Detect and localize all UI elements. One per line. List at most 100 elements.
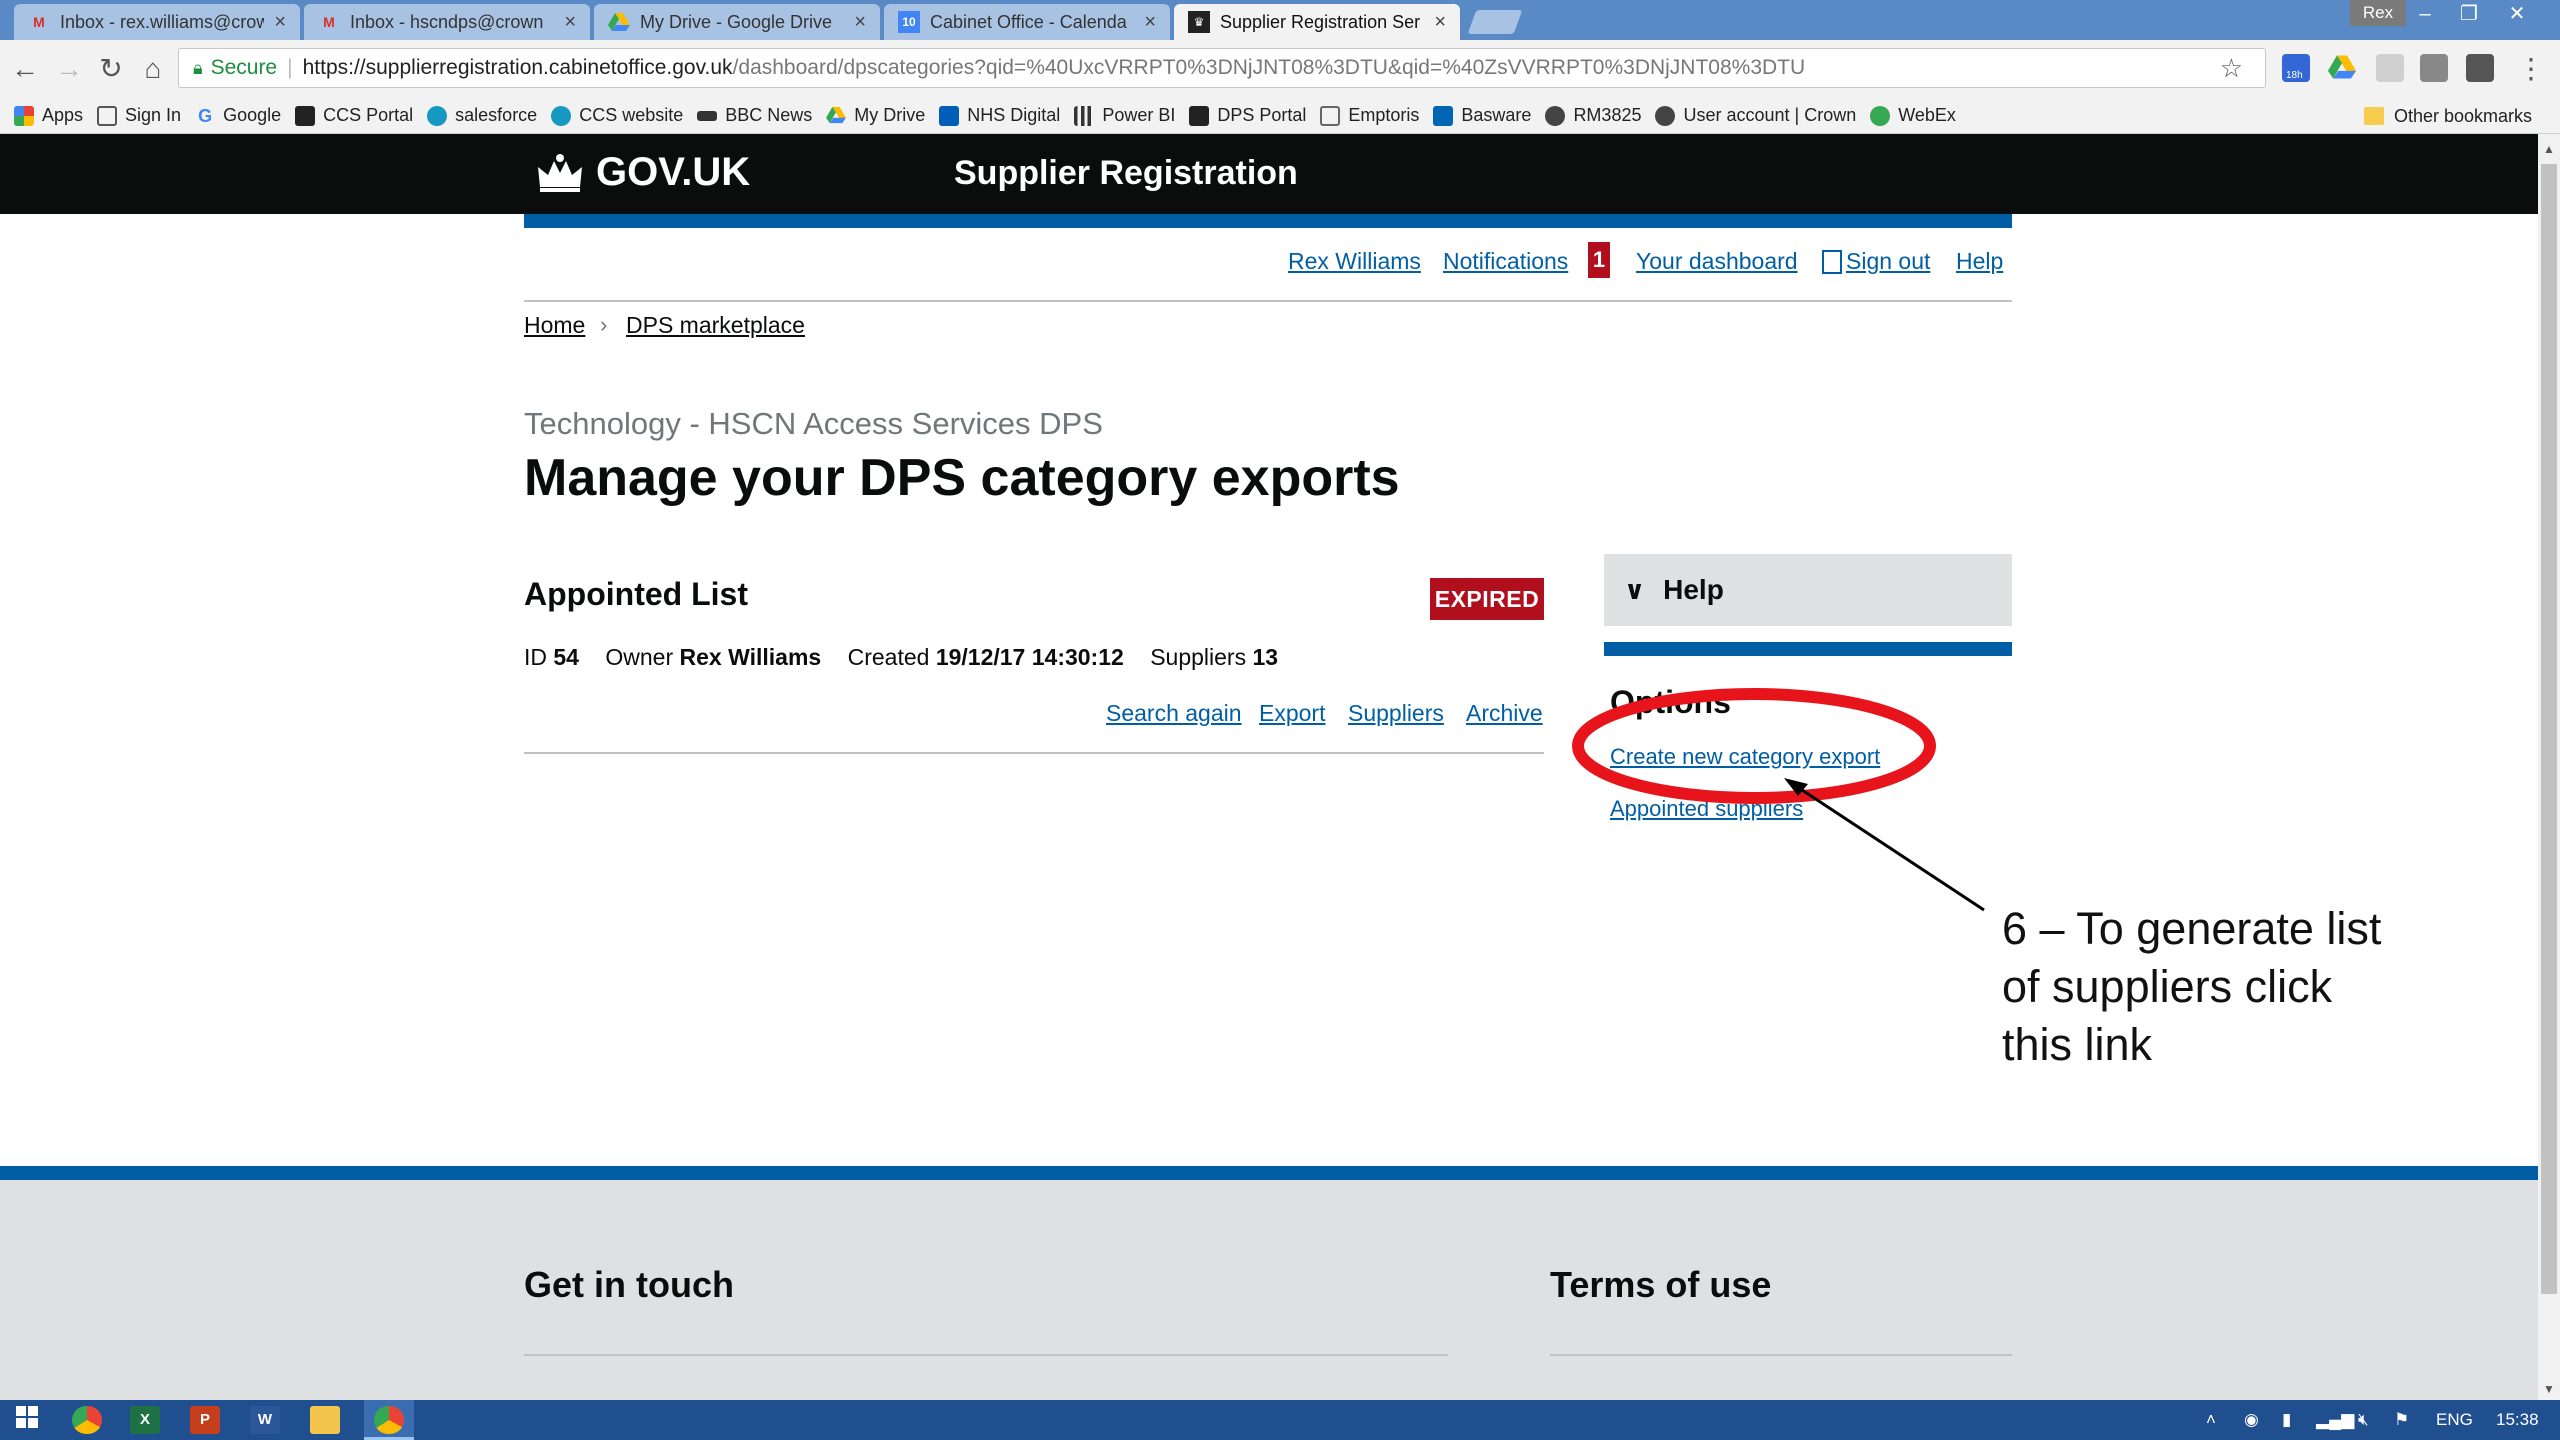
bookmark-power-bi[interactable]: Power BI bbox=[1074, 105, 1175, 126]
annotation-line: 6 – To generate list bbox=[2002, 903, 2382, 954]
back-icon[interactable]: ← bbox=[8, 52, 42, 86]
annotation-arrow-line bbox=[1795, 784, 1985, 912]
bookmark-bbc-news[interactable]: BBC News bbox=[697, 105, 812, 126]
search-again-link[interactable]: Search again bbox=[1106, 700, 1242, 727]
browser-tab-supplier-registration[interactable]: ♛ Supplier Registration Ser × bbox=[1174, 4, 1460, 40]
browser-tab-calendar[interactable]: 10 Cabinet Office - Calenda × bbox=[884, 4, 1170, 40]
windows-start-icon[interactable] bbox=[12, 1406, 42, 1434]
close-tab-icon[interactable]: × bbox=[274, 11, 286, 34]
home-icon[interactable]: ⌂ bbox=[136, 52, 170, 86]
notifications-link[interactable]: Notifications bbox=[1443, 248, 1568, 275]
calendar-icon: 10 bbox=[898, 11, 920, 33]
bookmark-label: Basware bbox=[1461, 105, 1532, 125]
browser-tab-title: Cabinet Office - Calenda bbox=[930, 11, 1127, 32]
bookmark-salesforce[interactable]: salesforce bbox=[427, 105, 537, 126]
browser-tab-google-drive[interactable]: My Drive - Google Drive × bbox=[594, 4, 880, 40]
close-tab-icon[interactable]: × bbox=[564, 11, 576, 34]
create-new-category-export-link[interactable]: Create new category export bbox=[1610, 744, 1880, 770]
battery-icon[interactable]: ▮ bbox=[2282, 1410, 2291, 1430]
chevron-up-icon[interactable]: ˄ bbox=[2206, 1410, 2216, 1430]
menu-icon[interactable]: ⋮ bbox=[2514, 52, 2548, 86]
export-meta: ID 54 Owner Rex Williams Created 19/12/1… bbox=[524, 644, 1278, 671]
chrome-icon[interactable] bbox=[374, 1406, 404, 1434]
forward-icon[interactable]: → bbox=[52, 52, 86, 86]
header-blue-bar bbox=[524, 214, 2012, 228]
browser-tab-title: My Drive - Google Drive bbox=[640, 11, 833, 32]
browser-tab-gmail-hscn[interactable]: M Inbox - hscndps@crown × bbox=[304, 4, 590, 40]
restore-icon[interactable]: ❐ bbox=[2446, 0, 2492, 30]
sign-out-icon[interactable] bbox=[1822, 250, 1842, 274]
bookmark-dps-portal[interactable]: DPS Portal bbox=[1189, 105, 1306, 126]
user-name-link[interactable]: Rex Williams bbox=[1288, 248, 1421, 275]
close-tab-icon[interactable]: × bbox=[1434, 11, 1446, 34]
scroll-down-icon[interactable]: ▼ bbox=[2538, 1378, 2560, 1400]
network-globe-icon[interactable]: ◉ bbox=[2244, 1410, 2259, 1430]
bookmark-ccs-portal[interactable]: CCS Portal bbox=[295, 105, 413, 126]
help-toggle[interactable]: ∨ Help bbox=[1604, 554, 2012, 626]
extension-icon[interactable] bbox=[2376, 54, 2404, 82]
id-label: ID bbox=[524, 644, 547, 670]
bookmark-rm3825[interactable]: RM3825 bbox=[1545, 105, 1641, 126]
bookmark-emptoris[interactable]: Emptoris bbox=[1320, 105, 1419, 126]
close-tab-icon[interactable]: × bbox=[1144, 11, 1156, 34]
bookmark-user-account[interactable]: User account | Crown bbox=[1655, 105, 1856, 126]
export-list-title: Appointed List bbox=[524, 576, 748, 612]
address-bar[interactable]: 🔒︎ Secure | https://supplierregistration… bbox=[178, 48, 2266, 88]
bookmark-google[interactable]: G Google bbox=[195, 105, 281, 126]
powerpoint-icon[interactable]: P bbox=[190, 1406, 220, 1434]
your-dashboard-link[interactable]: Your dashboard bbox=[1636, 248, 1798, 275]
bookmark-ccs-website[interactable]: CCS website bbox=[551, 105, 683, 126]
bookmark-label: Sign In bbox=[125, 105, 182, 125]
page-title: Manage your DPS category exports bbox=[524, 449, 1400, 507]
bookmark-my-drive[interactable]: My Drive bbox=[826, 105, 925, 126]
page-scrollbar[interactable]: ▲ ▼ bbox=[2538, 134, 2560, 1400]
language-indicator[interactable]: ENG bbox=[2436, 1410, 2473, 1430]
crest-icon bbox=[1655, 105, 1676, 126]
export-link[interactable]: Export bbox=[1259, 700, 1325, 727]
profile-button[interactable]: Rex bbox=[2350, 0, 2406, 26]
flag-icon[interactable]: ⚑ bbox=[2394, 1410, 2409, 1430]
bookmark-star-icon[interactable]: ☆ bbox=[2220, 53, 2243, 84]
sign-out-link[interactable]: Sign out bbox=[1846, 248, 1930, 275]
bookmark-label: NHS Digital bbox=[967, 105, 1061, 125]
govuk-logo[interactable]: GOV.UK bbox=[534, 150, 750, 195]
appointed-suppliers-link[interactable]: Appointed suppliers bbox=[1610, 796, 1803, 822]
extension-icon[interactable] bbox=[2466, 54, 2494, 82]
bookmark-label: My Drive bbox=[854, 105, 926, 125]
signal-icon[interactable]: ▂▄▆ bbox=[2316, 1410, 2354, 1430]
close-tab-icon[interactable]: × bbox=[854, 11, 866, 34]
extension-meet-icon[interactable]: 18h bbox=[2282, 54, 2310, 82]
clock[interactable]: 15:38 bbox=[2496, 1410, 2539, 1430]
salesforce-cloud-icon bbox=[427, 105, 448, 126]
divider bbox=[524, 752, 1544, 754]
bookmark-apps[interactable]: Apps bbox=[14, 105, 83, 126]
bookmark-nhs-digital[interactable]: NHS Digital bbox=[939, 105, 1060, 126]
excel-icon[interactable]: X bbox=[130, 1406, 160, 1434]
footer-blue-bar bbox=[0, 1166, 2538, 1180]
archive-link[interactable]: Archive bbox=[1466, 700, 1543, 727]
new-tab-button[interactable] bbox=[1467, 10, 1523, 34]
minimize-icon[interactable]: – bbox=[2402, 0, 2448, 30]
word-icon[interactable]: W bbox=[250, 1406, 280, 1434]
file-explorer-icon[interactable] bbox=[310, 1406, 340, 1434]
service-name[interactable]: Supplier Registration bbox=[954, 154, 1298, 193]
volume-muted-icon[interactable]: 🔇︎ bbox=[2358, 1410, 2369, 1430]
scrollbar-thumb[interactable] bbox=[2541, 164, 2557, 1294]
chrome-icon[interactable] bbox=[72, 1406, 102, 1434]
other-bookmarks[interactable]: Other bookmarks bbox=[2364, 98, 2532, 134]
nhs-icon bbox=[939, 105, 960, 126]
extension-icon[interactable] bbox=[2420, 54, 2448, 82]
help-link[interactable]: Help bbox=[1956, 248, 2003, 275]
bookmark-webex[interactable]: WebEx bbox=[1870, 105, 1956, 126]
bookmark-basware[interactable]: Basware bbox=[1433, 105, 1531, 126]
bookmark-sign-in[interactable]: Sign In bbox=[97, 105, 181, 126]
browser-tab-gmail-rex[interactable]: M Inbox - rex.williams@crow × bbox=[14, 4, 300, 40]
bookmark-label: Google bbox=[223, 105, 282, 125]
scroll-up-icon[interactable]: ▲ bbox=[2538, 138, 2560, 160]
google-drive-extension-icon[interactable] bbox=[2328, 54, 2356, 82]
close-window-icon[interactable]: ✕ bbox=[2494, 0, 2540, 30]
breadcrumb-home[interactable]: Home bbox=[524, 312, 585, 339]
breadcrumb-dps-marketplace[interactable]: DPS marketplace bbox=[626, 312, 805, 339]
reload-icon[interactable]: ↻ bbox=[94, 52, 128, 86]
suppliers-link[interactable]: Suppliers bbox=[1348, 700, 1444, 727]
